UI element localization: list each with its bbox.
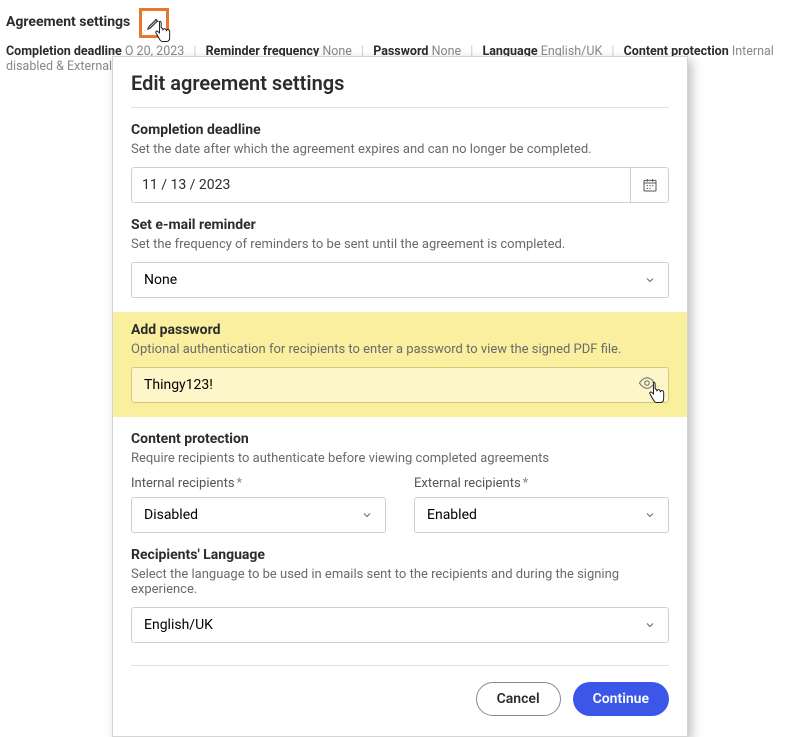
section-language: Recipients' Language Select the language…: [131, 547, 669, 643]
section-protection: Content protection Require recipients to…: [131, 431, 669, 533]
deadline-input[interactable]: 11 / 13 / 2023: [131, 167, 669, 203]
language-desc: Select the language to be used in emails…: [131, 567, 669, 597]
reminder-value: None: [144, 272, 177, 288]
section-deadline: Completion deadline Set the date after w…: [131, 122, 669, 203]
external-label: External recipients*: [414, 476, 669, 491]
calendar-icon: [642, 177, 658, 193]
toggle-password-visibility[interactable]: [638, 374, 656, 396]
modal-title: Edit agreement settings: [131, 71, 669, 108]
external-value: Enabled: [427, 507, 477, 523]
language-value: English/UK: [144, 617, 213, 633]
calendar-button[interactable]: [630, 168, 668, 202]
section-reminder: Set e-mail reminder Set the frequency of…: [131, 217, 669, 298]
modal-footer: Cancel Continue: [131, 665, 669, 716]
chevron-down-icon: [644, 509, 656, 521]
reminder-heading: Set e-mail reminder: [131, 217, 669, 233]
password-value: Thingy123!: [144, 377, 213, 393]
chevron-down-icon: [361, 509, 373, 521]
section-password: Add password Optional authentication for…: [113, 312, 687, 417]
internal-value: Disabled: [144, 507, 198, 523]
protection-heading: Content protection: [131, 431, 669, 447]
password-heading: Add password: [131, 322, 669, 338]
external-select[interactable]: Enabled: [414, 497, 669, 533]
internal-select[interactable]: Disabled: [131, 497, 386, 533]
deadline-heading: Completion deadline: [131, 122, 669, 138]
meta-deadline-label: Completion deadline: [6, 44, 122, 59]
reminder-select[interactable]: None: [131, 262, 669, 298]
page-title: Agreement settings: [6, 14, 130, 30]
pencil-icon: [146, 15, 162, 31]
protection-desc: Require recipients to authenticate befor…: [131, 451, 669, 466]
chevron-down-icon: [644, 274, 656, 286]
reminder-desc: Set the frequency of reminders to be sen…: [131, 237, 669, 252]
cancel-button[interactable]: Cancel: [476, 682, 561, 716]
password-desc: Optional authentication for recipients t…: [131, 342, 669, 357]
continue-button[interactable]: Continue: [573, 682, 669, 716]
password-input[interactable]: Thingy123!: [131, 367, 669, 403]
language-select[interactable]: English/UK: [131, 607, 669, 643]
deadline-desc: Set the date after which the agreement e…: [131, 142, 669, 157]
edit-settings-button[interactable]: [139, 8, 169, 38]
internal-label: Internal recipients*: [131, 476, 386, 491]
eye-icon: [638, 374, 656, 392]
chevron-down-icon: [644, 619, 656, 631]
language-heading: Recipients' Language: [131, 547, 669, 563]
edit-settings-modal: Edit agreement settings Completion deadl…: [112, 56, 688, 737]
deadline-value: 11 / 13 / 2023: [142, 177, 630, 193]
